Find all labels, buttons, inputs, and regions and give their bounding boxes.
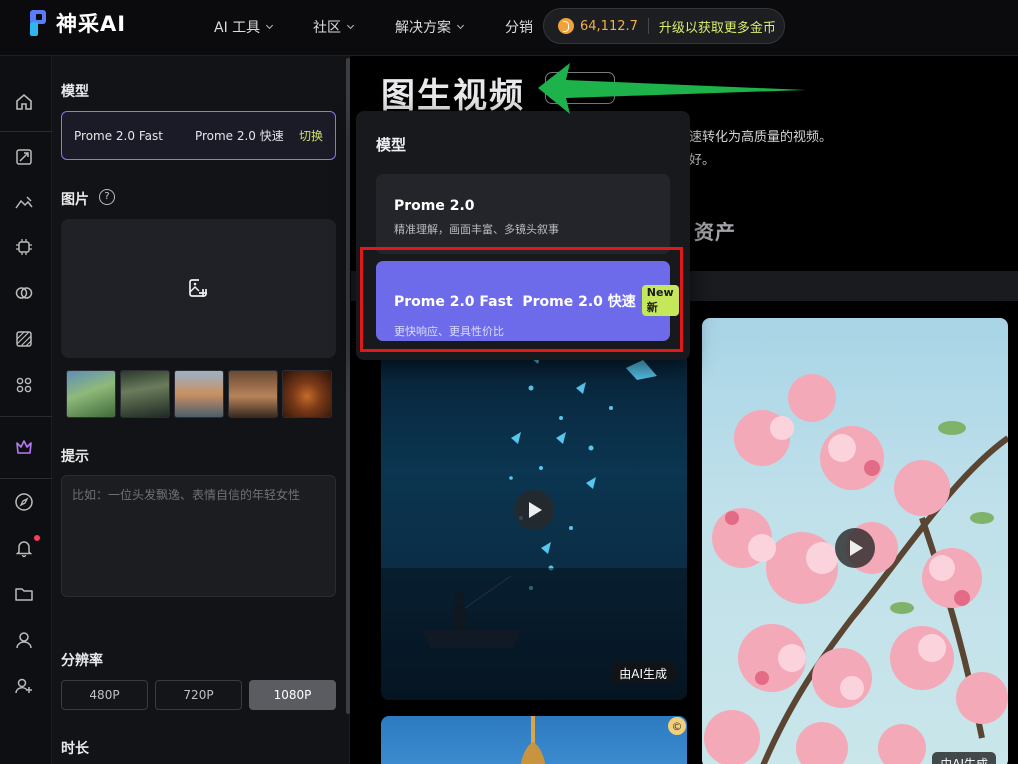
divider bbox=[0, 416, 52, 417]
sample-thumbnail-1[interactable] bbox=[66, 370, 116, 418]
model-selector[interactable]: Prome 2.0 Fast Prome 2.0 快速 切换 bbox=[61, 111, 336, 160]
resolution-1080p-button[interactable]: 1080P bbox=[249, 680, 336, 710]
nav-solutions[interactable]: 解决方案 bbox=[395, 17, 465, 37]
top-nav-bar: 神采AI AI 工具 社区 解决方案 分销 64,112.7 升级以获取更多金币 bbox=[0, 0, 1018, 56]
folder-icon[interactable] bbox=[14, 584, 34, 604]
divider bbox=[647, 18, 649, 34]
generation-panel: 模型 Prome 2.0 Fast Prome 2.0 快速 切换 图片 ? 提… bbox=[52, 56, 350, 764]
model-alias: Prome 2.0 快速 bbox=[194, 129, 284, 143]
compass-icon[interactable] bbox=[14, 492, 34, 512]
play-icon[interactable] bbox=[514, 490, 554, 530]
brand-name: 神采AI bbox=[56, 12, 127, 36]
model-section-title: 模型 bbox=[61, 84, 89, 100]
tab-assets[interactable]: 资产 bbox=[694, 216, 736, 245]
upgrade-link[interactable]: 升级以获取更多金币 bbox=[659, 17, 776, 36]
coin-balance-pill[interactable]: 64,112.7 升级以获取更多金币 bbox=[543, 8, 785, 44]
chip-icon[interactable] bbox=[14, 237, 34, 257]
panel-scrollbar[interactable] bbox=[346, 58, 350, 714]
bell-icon[interactable] bbox=[14, 538, 34, 558]
chevron-down-icon bbox=[346, 21, 355, 30]
chevron-down-icon bbox=[266, 21, 274, 30]
video-card[interactable]: 由AI生成 bbox=[381, 318, 687, 700]
image-section-title: 图片 bbox=[61, 192, 89, 208]
brand-logo[interactable]: 神采AI bbox=[28, 8, 126, 38]
nav-distribution[interactable]: 分销 bbox=[505, 17, 533, 37]
annotation-arrow-icon bbox=[538, 63, 806, 114]
sample-thumbnail-2[interactable] bbox=[120, 370, 170, 418]
blend-icon[interactable] bbox=[14, 283, 34, 303]
nav-ai-tools[interactable]: AI 工具 bbox=[214, 17, 274, 37]
brand-logo-icon bbox=[30, 10, 46, 36]
chevron-down-icon bbox=[456, 21, 465, 30]
notification-dot bbox=[34, 535, 40, 541]
add-user-icon[interactable] bbox=[14, 676, 34, 696]
model-name: Prome 2.0 Fast bbox=[74, 128, 163, 143]
home-icon[interactable] bbox=[14, 92, 34, 112]
ai-generated-badge: 由AI生成 bbox=[932, 752, 996, 764]
highlight-box bbox=[360, 247, 683, 352]
ai-generated-badge: 由AI生成 bbox=[611, 662, 675, 684]
video-card[interactable]: 由AI生成 bbox=[702, 318, 1008, 764]
duration-section-title: 时长 bbox=[61, 741, 89, 757]
play-icon[interactable] bbox=[835, 528, 875, 568]
coin-amount: 64,112.7 bbox=[580, 18, 638, 34]
nav-distribution-label: 分销 bbox=[505, 20, 533, 36]
help-icon[interactable]: ? bbox=[99, 189, 115, 205]
sample-thumbnail-5[interactable] bbox=[282, 370, 332, 418]
nav-community-label: 社区 bbox=[313, 20, 341, 36]
video-card[interactable]: © bbox=[381, 716, 687, 764]
nav-solutions-label: 解决方案 bbox=[395, 20, 451, 36]
sample-thumbnail-3[interactable] bbox=[174, 370, 224, 418]
image-upload-dropzone[interactable] bbox=[61, 219, 336, 358]
landscape-edit-icon[interactable] bbox=[14, 193, 34, 213]
switch-model-button[interactable]: 切换 bbox=[299, 127, 323, 144]
sample-thumbnail-4[interactable] bbox=[228, 370, 278, 418]
resolution-480p-button[interactable]: 480P bbox=[61, 680, 148, 710]
nav-community[interactable]: 社区 bbox=[313, 17, 355, 37]
apps-grid-icon[interactable] bbox=[14, 375, 34, 395]
add-image-icon bbox=[189, 279, 207, 297]
resolution-720p-button[interactable]: 720P bbox=[155, 680, 242, 710]
nav-ai-tools-label: AI 工具 bbox=[214, 20, 261, 36]
page-description-line-1: 速转化为高质量的视频。 bbox=[689, 130, 833, 145]
icon-rail bbox=[0, 56, 52, 764]
svg-text:©: © bbox=[672, 720, 683, 733]
enhance-icon[interactable] bbox=[14, 147, 34, 167]
prompt-section-title: 提示 bbox=[61, 449, 89, 465]
resolution-options: 480P 720P 1080P bbox=[61, 680, 336, 710]
model-option-desc: 精准理解，画面丰富、多镜头叙事 bbox=[394, 223, 559, 236]
crown-icon[interactable] bbox=[14, 437, 34, 457]
copyright-icon: © bbox=[668, 717, 686, 735]
user-icon[interactable] bbox=[14, 630, 34, 650]
divider bbox=[0, 131, 52, 132]
texture-icon[interactable] bbox=[14, 329, 34, 349]
dropdown-title: 模型 bbox=[376, 136, 407, 154]
divider bbox=[0, 478, 52, 479]
model-option-prome-2[interactable]: Prome 2.0 精准理解，画面丰富、多镜头叙事 bbox=[376, 174, 670, 254]
page-title: 图生视频 bbox=[381, 76, 525, 116]
coin-icon bbox=[558, 18, 574, 34]
model-option-name: Prome 2.0 bbox=[394, 198, 475, 214]
resolution-section-title: 分辨率 bbox=[61, 653, 103, 669]
page-description-line-2: 好。 bbox=[689, 153, 716, 168]
dome-artwork bbox=[520, 716, 546, 764]
prompt-input[interactable]: 比如：一位头发飘逸、表情自信的年轻女性 bbox=[61, 475, 336, 597]
